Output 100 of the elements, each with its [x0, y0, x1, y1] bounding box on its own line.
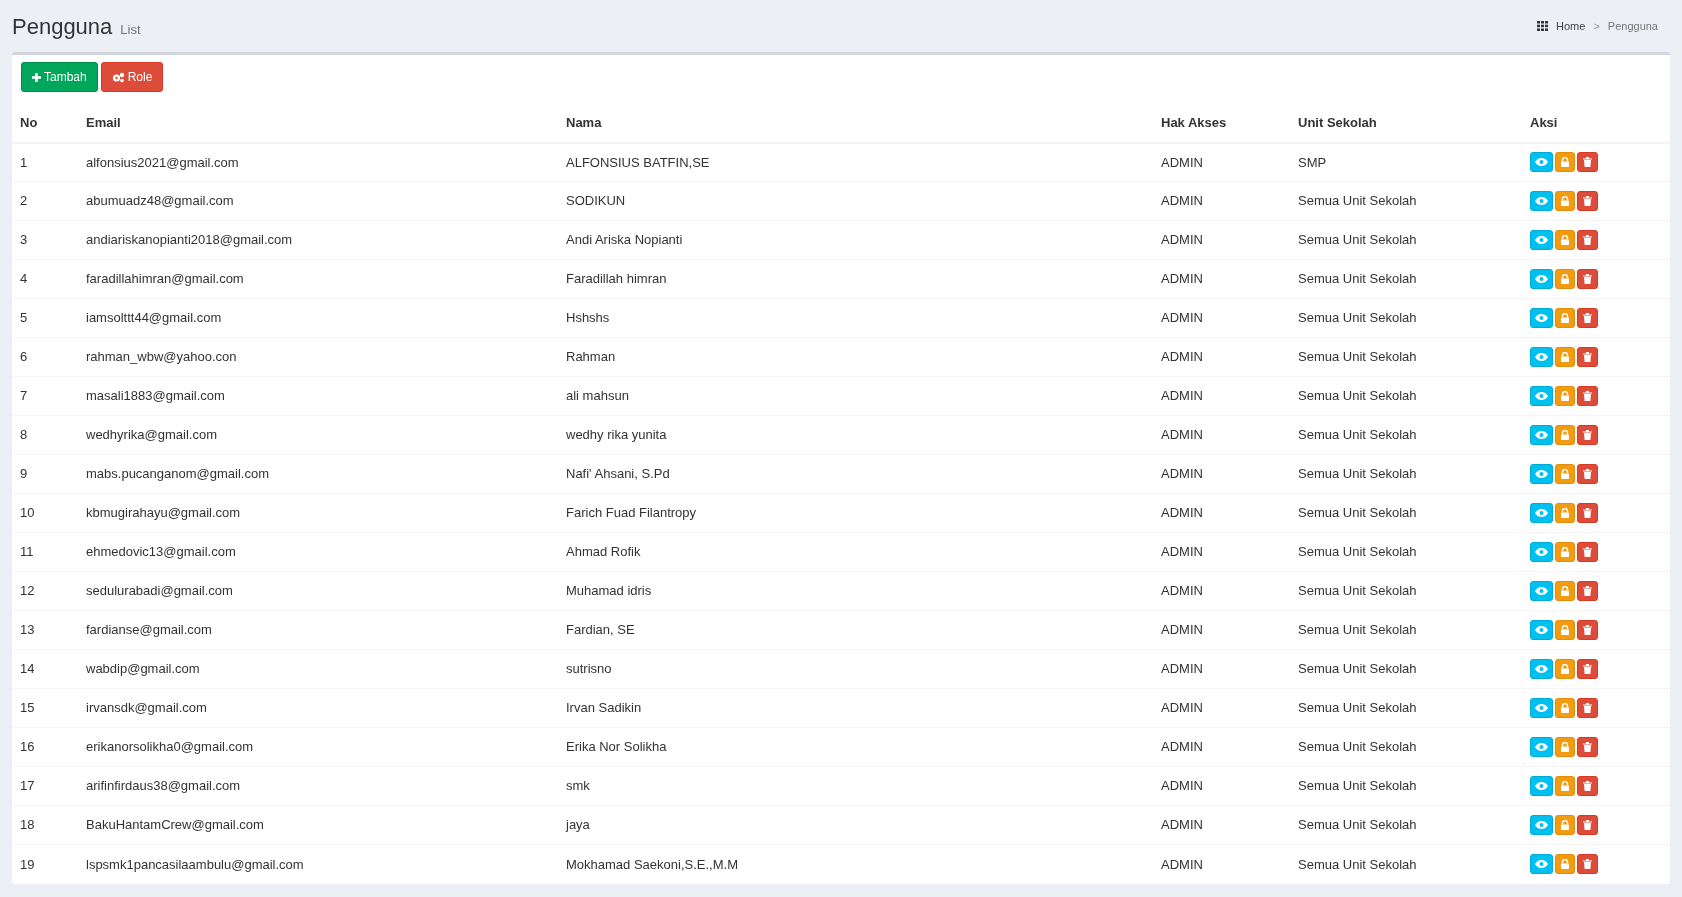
- delete-button[interactable]: [1577, 737, 1598, 757]
- lock-button[interactable]: [1555, 347, 1575, 367]
- table-cell: ADMIN: [1161, 271, 1203, 287]
- add-button[interactable]: Tambah: [21, 62, 98, 92]
- table-cell: Semua Unit Sekolah: [1298, 661, 1417, 677]
- view-button[interactable]: [1530, 581, 1553, 601]
- table-cell: 1: [20, 154, 28, 170]
- delete-button[interactable]: [1577, 191, 1598, 211]
- delete-button[interactable]: [1577, 269, 1598, 289]
- trash-icon: [1583, 469, 1592, 479]
- lock-button[interactable]: [1555, 152, 1575, 173]
- delete-button[interactable]: [1577, 620, 1598, 640]
- view-button[interactable]: [1530, 815, 1553, 835]
- padlock-icon: [1561, 859, 1569, 870]
- table-cell: Semua Unit Sekolah: [1298, 193, 1417, 209]
- table-cell: ADMIN: [1161, 193, 1203, 209]
- view-button[interactable]: [1530, 542, 1553, 562]
- table-cell: ADMIN: [1161, 661, 1203, 677]
- lock-button[interactable]: [1555, 386, 1575, 406]
- padlock-icon: [1561, 781, 1569, 791]
- eye-icon: [1535, 236, 1548, 244]
- delete-button[interactable]: [1577, 815, 1598, 835]
- delete-button[interactable]: [1577, 347, 1598, 367]
- trash-icon: [1583, 742, 1592, 752]
- trash-icon: [1583, 547, 1592, 557]
- lock-button[interactable]: [1555, 581, 1575, 601]
- table-cell: fardianse@gmail.com: [86, 622, 212, 638]
- view-button[interactable]: [1530, 464, 1553, 484]
- lock-button[interactable]: [1555, 425, 1575, 445]
- view-button[interactable]: [1530, 503, 1553, 523]
- view-button[interactable]: [1530, 620, 1553, 640]
- delete-button[interactable]: [1577, 464, 1598, 484]
- view-button[interactable]: [1530, 425, 1553, 445]
- padlock-icon: [1561, 820, 1569, 830]
- table-cell: 8: [20, 427, 28, 443]
- delete-button[interactable]: [1577, 152, 1598, 173]
- view-button[interactable]: [1530, 230, 1553, 250]
- table-cell: wedhy rika yunita: [566, 427, 667, 443]
- delete-button[interactable]: [1577, 386, 1598, 406]
- view-button[interactable]: [1530, 308, 1553, 328]
- table-cell: SMP: [1298, 154, 1327, 170]
- view-button[interactable]: [1530, 737, 1553, 757]
- view-button[interactable]: [1530, 152, 1553, 173]
- eye-icon: [1535, 626, 1548, 634]
- view-button[interactable]: [1530, 386, 1553, 406]
- lock-button[interactable]: [1555, 776, 1575, 796]
- table-cell: Mokhamad Saekoni,S.E.,M.M: [566, 856, 738, 872]
- delete-button[interactable]: [1577, 581, 1598, 601]
- trash-icon: [1583, 196, 1592, 206]
- view-button[interactable]: [1530, 776, 1553, 796]
- table-cell: ADMIN: [1161, 232, 1203, 248]
- table-cell: ADMIN: [1161, 739, 1203, 755]
- view-button[interactable]: [1530, 191, 1553, 211]
- role-button[interactable]: Role: [100, 62, 164, 92]
- lock-button[interactable]: [1555, 698, 1575, 718]
- delete-button[interactable]: [1577, 308, 1598, 328]
- delete-button[interactable]: [1577, 854, 1598, 875]
- lock-button[interactable]: [1555, 191, 1575, 211]
- view-button[interactable]: [1530, 854, 1553, 875]
- eye-icon: [1535, 158, 1548, 167]
- lock-button[interactable]: [1555, 464, 1575, 484]
- view-button[interactable]: [1530, 698, 1553, 718]
- trash-icon: [1583, 820, 1592, 830]
- lock-button[interactable]: [1555, 230, 1575, 250]
- lock-button[interactable]: [1555, 308, 1575, 328]
- table-cell: Rahman: [566, 349, 616, 365]
- breadcrumb-link[interactable]: Pengguna: [1607, 17, 1658, 35]
- delete-button[interactable]: [1577, 698, 1598, 718]
- delete-button[interactable]: [1577, 542, 1598, 562]
- table-cell: 18: [20, 817, 35, 833]
- eye-icon: [1535, 821, 1548, 829]
- breadcrumb-link[interactable]: Home: [1556, 17, 1586, 35]
- trash-icon: [1583, 274, 1592, 284]
- table-cell: Ahmad Rofik: [566, 544, 641, 560]
- lock-button[interactable]: [1555, 737, 1575, 757]
- lock-button[interactable]: [1555, 659, 1575, 679]
- padlock-icon: [1561, 235, 1569, 245]
- table-cell: ADMIN: [1161, 505, 1203, 521]
- table-cell: Semua Unit Sekolah: [1298, 466, 1417, 482]
- lock-button[interactable]: [1555, 854, 1575, 875]
- table-cell: Semua Unit Sekolah: [1298, 622, 1417, 638]
- delete-button[interactable]: [1577, 230, 1598, 250]
- table-cell: ADMIN: [1161, 349, 1203, 365]
- table-cell: 9: [20, 466, 28, 482]
- lock-button[interactable]: [1555, 815, 1575, 835]
- lock-button[interactable]: [1555, 503, 1575, 523]
- padlock-icon: [1561, 352, 1569, 362]
- lock-button[interactable]: [1555, 269, 1575, 289]
- delete-button[interactable]: [1577, 503, 1598, 523]
- view-button[interactable]: [1530, 347, 1553, 367]
- view-button[interactable]: [1530, 659, 1553, 679]
- delete-button[interactable]: [1577, 425, 1598, 445]
- delete-button[interactable]: [1577, 659, 1598, 679]
- lock-button[interactable]: [1555, 542, 1575, 562]
- view-button[interactable]: [1530, 269, 1553, 289]
- lock-button[interactable]: [1555, 620, 1575, 640]
- table-cell: 4: [20, 271, 28, 287]
- table-cell: Fardian, SE: [566, 622, 635, 638]
- eye-icon: [1535, 548, 1548, 556]
- delete-button[interactable]: [1577, 776, 1598, 796]
